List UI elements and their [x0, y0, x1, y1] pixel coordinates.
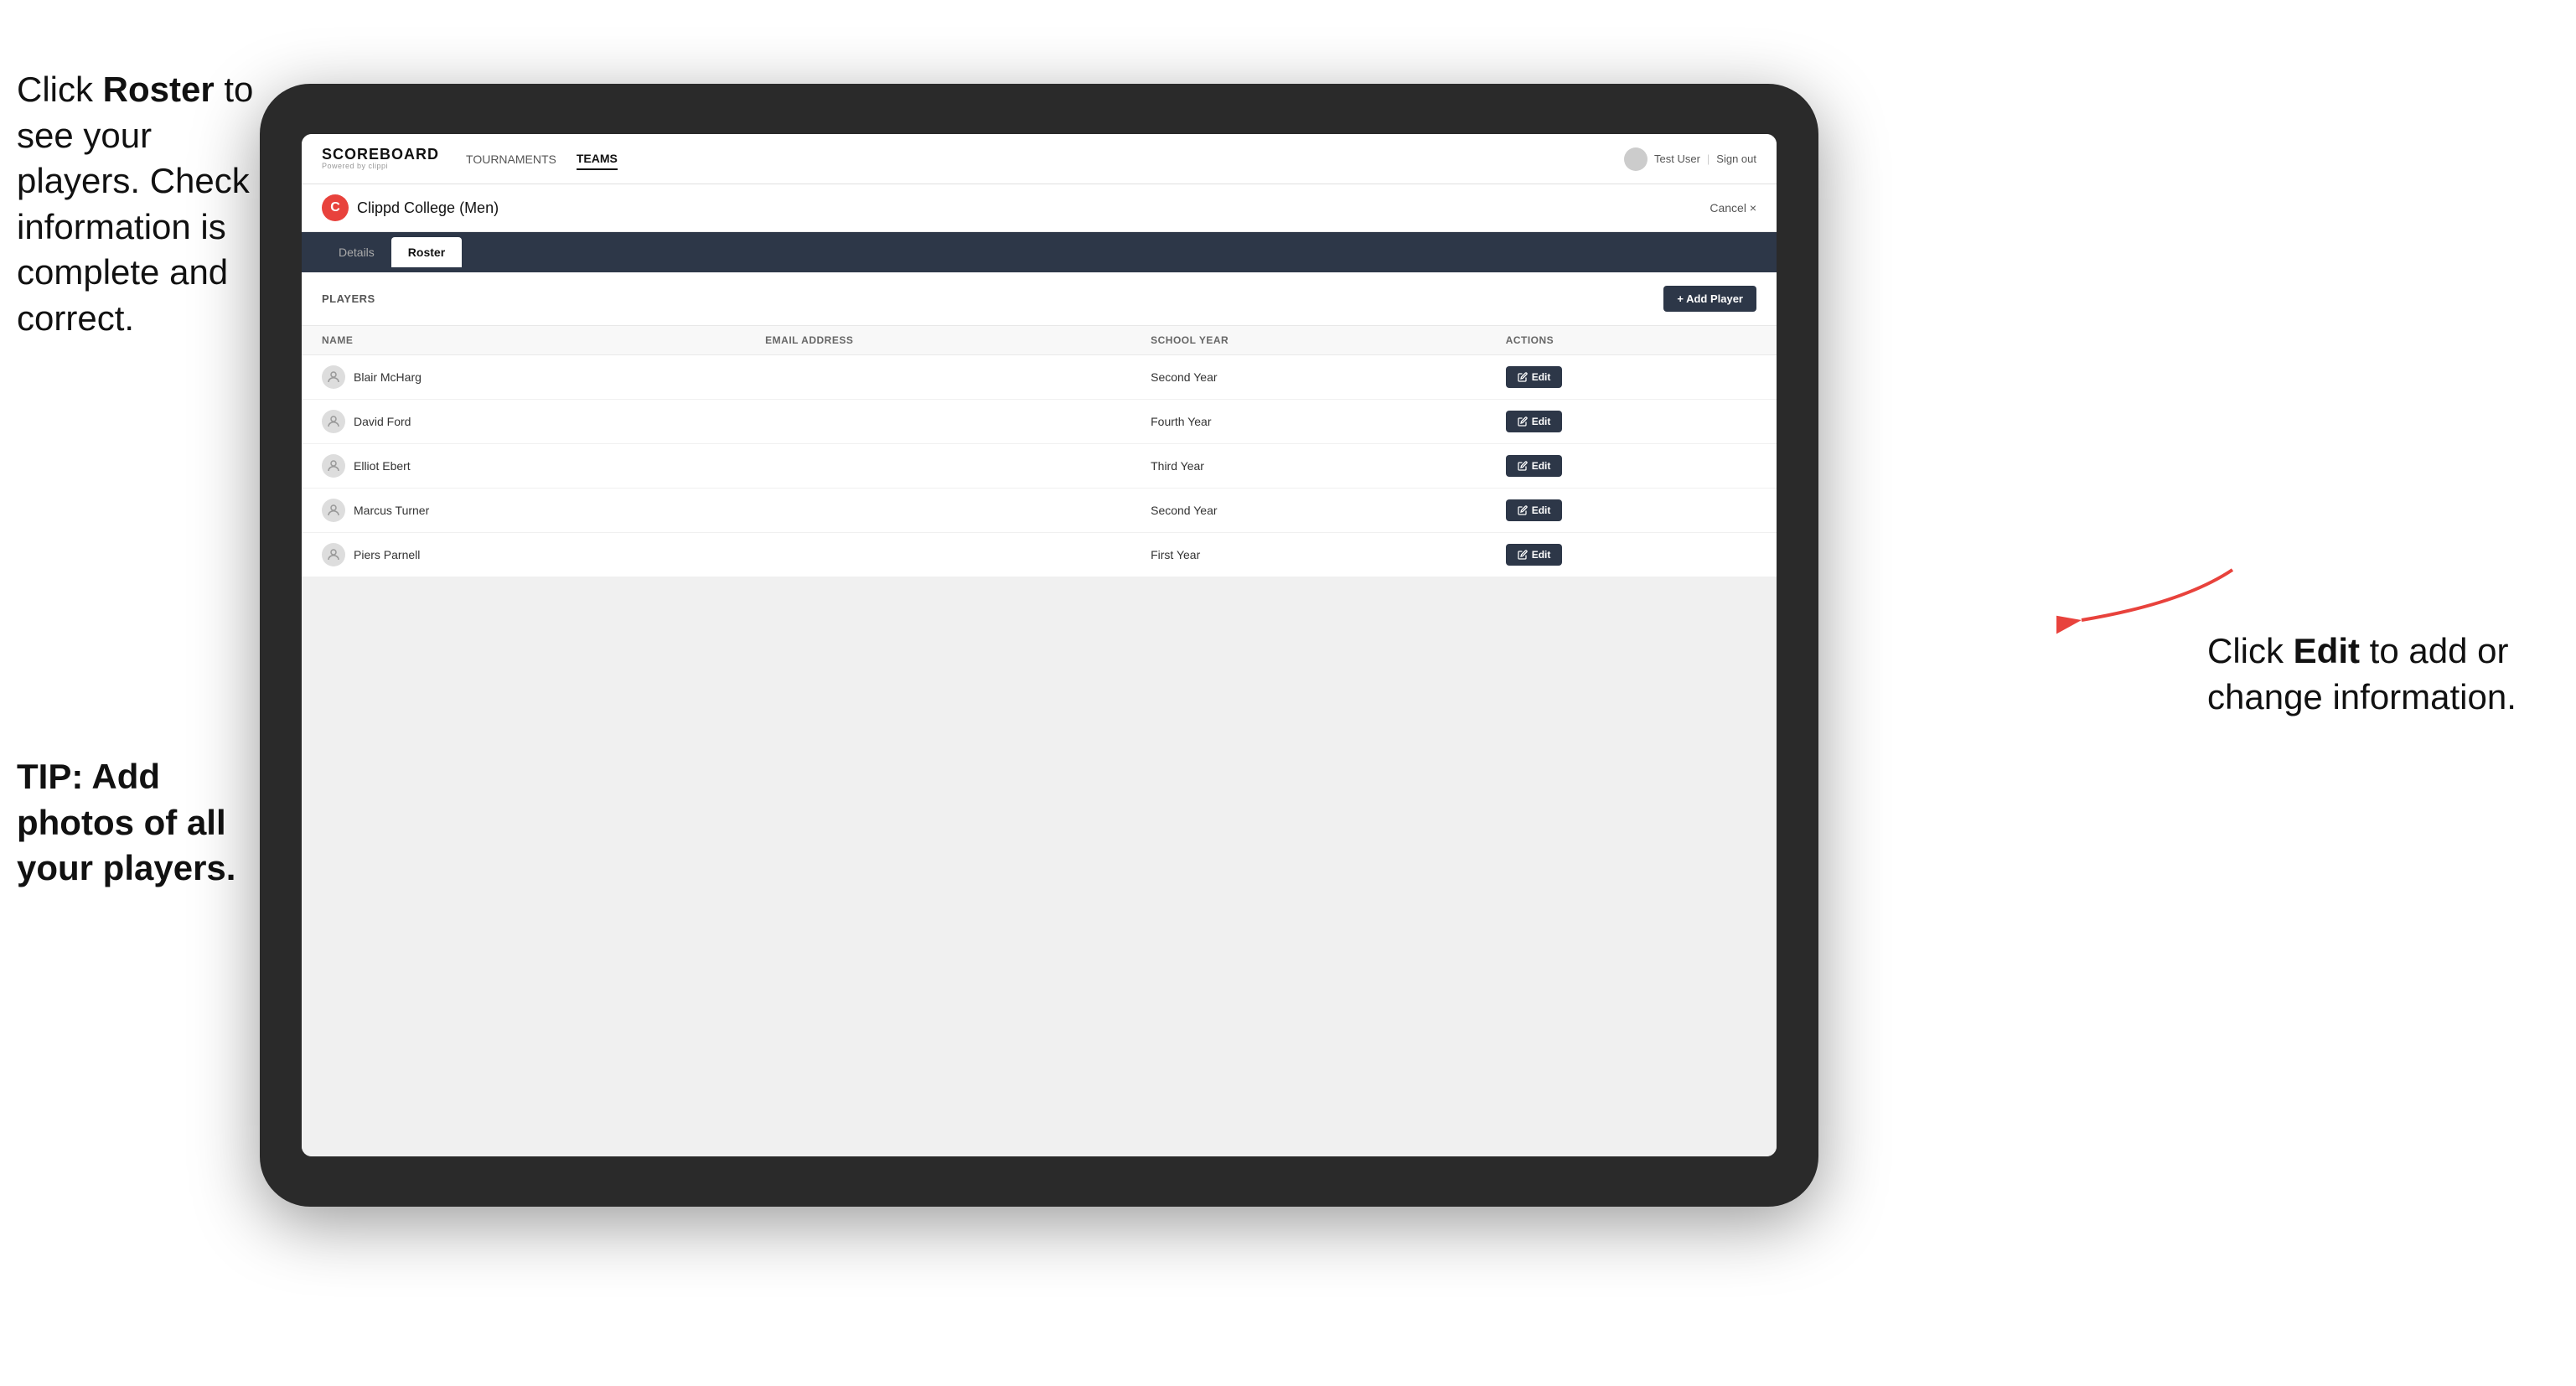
col-actions: ACTIONS	[1486, 326, 1777, 355]
user-icon	[1624, 147, 1648, 171]
team-name: Clippd College (Men)	[357, 199, 499, 217]
tablet-device: SCOREBOARD Powered by clippi TOURNAMENTS…	[260, 84, 1818, 1207]
col-school-year: SCHOOL YEAR	[1130, 326, 1486, 355]
player-school-year-4: First Year	[1130, 533, 1486, 577]
player-avatar-3	[322, 499, 345, 522]
player-name-cell-0: Blair McHarg	[302, 355, 745, 400]
left-instruction: Click Roster to see your players. Check …	[17, 67, 260, 342]
tablet-screen: SCOREBOARD Powered by clippi TOURNAMENTS…	[302, 134, 1777, 1156]
player-email-0	[745, 355, 1130, 400]
edit-arrow	[2056, 553, 2241, 654]
tab-roster[interactable]: Roster	[391, 237, 462, 267]
player-actions-4: Edit	[1486, 533, 1777, 577]
player-name-cell-4: Piers Parnell	[302, 533, 745, 577]
player-name-cell-1: David Ford	[302, 400, 745, 444]
player-name-0: Blair McHarg	[354, 370, 422, 384]
players-table: NAME EMAIL ADDRESS SCHOOL YEAR ACTIONS	[302, 326, 1777, 577]
tabs-bar: Details Roster	[302, 232, 1777, 272]
players-label: PLAYERS	[322, 292, 375, 305]
team-logo: C	[322, 194, 349, 221]
player-email-2	[745, 444, 1130, 489]
player-name-3: Marcus Turner	[354, 504, 429, 517]
player-avatar-0	[322, 365, 345, 389]
table-row: Blair McHarg Second Year Edit	[302, 355, 1777, 400]
edit-button-1[interactable]: Edit	[1506, 411, 1563, 432]
player-school-year-0: Second Year	[1130, 355, 1486, 400]
player-avatar-2	[322, 454, 345, 478]
logo-sub: Powered by clippi	[322, 163, 439, 171]
player-email-4	[745, 533, 1130, 577]
player-actions-0: Edit	[1486, 355, 1777, 400]
navbar: SCOREBOARD Powered by clippi TOURNAMENTS…	[302, 134, 1777, 184]
player-name-cell-2: Elliot Ebert	[302, 444, 745, 489]
player-name-2: Elliot Ebert	[354, 459, 411, 473]
table-row: Piers Parnell First Year Edit	[302, 533, 1777, 577]
players-header: PLAYERS + Add Player	[302, 272, 1777, 326]
table-row: Elliot Ebert Third Year Edit	[302, 444, 1777, 489]
player-school-year-2: Third Year	[1130, 444, 1486, 489]
table-header-row: NAME EMAIL ADDRESS SCHOOL YEAR ACTIONS	[302, 326, 1777, 355]
player-actions-1: Edit	[1486, 400, 1777, 444]
player-actions-3: Edit	[1486, 489, 1777, 533]
nav-teams[interactable]: TEAMS	[577, 148, 618, 170]
player-name-1: David Ford	[354, 415, 411, 428]
right-instruction: Click Edit to add or change information.	[2207, 628, 2526, 720]
edit-button-0[interactable]: Edit	[1506, 366, 1563, 388]
edit-button-3[interactable]: Edit	[1506, 499, 1563, 521]
user-name: Test User	[1654, 153, 1700, 165]
player-school-year-3: Second Year	[1130, 489, 1486, 533]
players-section: PLAYERS + Add Player NAME EMAIL ADDRESS …	[302, 272, 1777, 577]
player-email-1	[745, 400, 1130, 444]
player-actions-2: Edit	[1486, 444, 1777, 489]
tip-text: TIP: Add photos of all your players.	[17, 754, 277, 892]
table-row: Marcus Turner Second Year Edit	[302, 489, 1777, 533]
team-header: C Clippd College (Men) Cancel ×	[302, 184, 1777, 232]
player-name-cell-3: Marcus Turner	[302, 489, 745, 533]
main-content: PLAYERS + Add Player NAME EMAIL ADDRESS …	[302, 272, 1777, 1156]
nav-tournaments[interactable]: TOURNAMENTS	[466, 149, 556, 169]
table-row: David Ford Fourth Year Edit	[302, 400, 1777, 444]
col-email: EMAIL ADDRESS	[745, 326, 1130, 355]
nav-links: TOURNAMENTS TEAMS	[466, 148, 1597, 170]
edit-button-2[interactable]: Edit	[1506, 455, 1563, 477]
team-title-area: C Clippd College (Men)	[322, 194, 499, 221]
player-avatar-1	[322, 410, 345, 433]
tab-details[interactable]: Details	[322, 237, 391, 267]
player-name-4: Piers Parnell	[354, 548, 420, 561]
nav-right: Test User | Sign out	[1624, 147, 1756, 171]
edit-bold: Edit	[2294, 631, 2360, 670]
roster-bold: Roster	[103, 70, 215, 109]
logo-text: SCOREBOARD	[322, 147, 439, 163]
cancel-button[interactable]: Cancel ×	[1710, 201, 1756, 215]
col-name: NAME	[302, 326, 745, 355]
player-school-year-1: Fourth Year	[1130, 400, 1486, 444]
edit-button-4[interactable]: Edit	[1506, 544, 1563, 566]
logo-area: SCOREBOARD Powered by clippi	[322, 147, 439, 172]
add-player-button[interactable]: + Add Player	[1663, 286, 1756, 312]
sign-out-link[interactable]: Sign out	[1716, 153, 1756, 165]
player-email-3	[745, 489, 1130, 533]
player-avatar-4	[322, 543, 345, 566]
